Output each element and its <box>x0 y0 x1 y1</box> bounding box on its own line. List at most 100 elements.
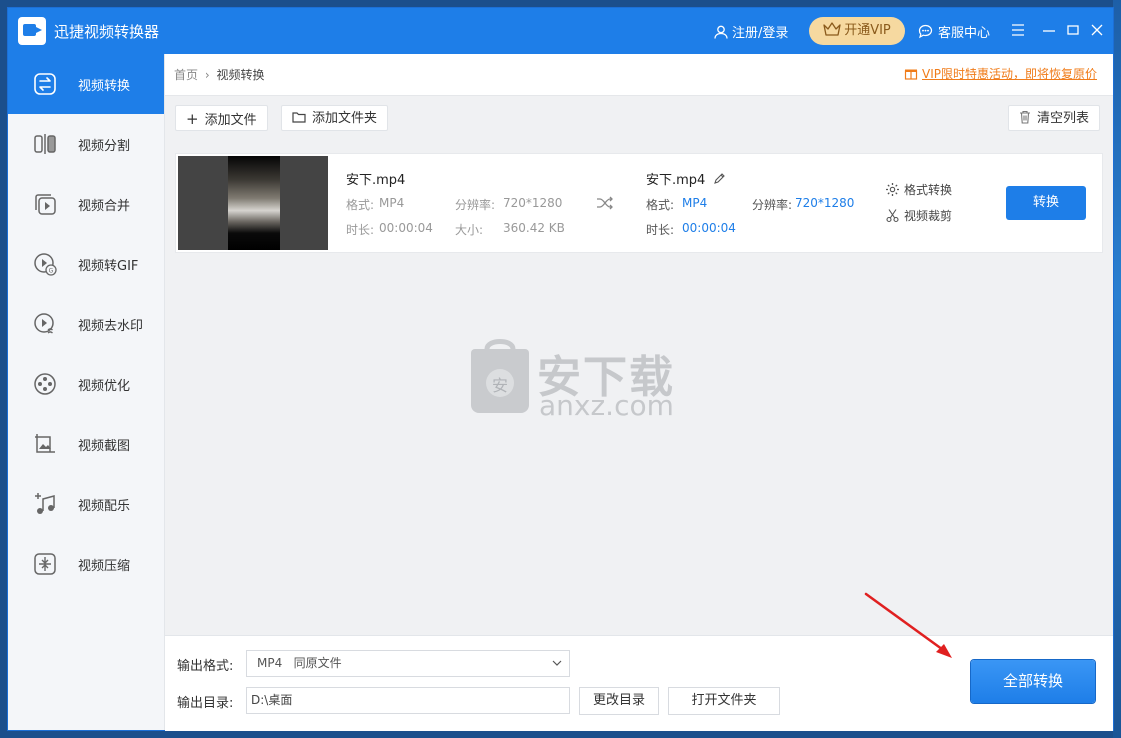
merge-icon <box>35 194 56 215</box>
duration-label: 时长: <box>346 223 375 237</box>
sidebar-item-label: 视频合并 <box>78 198 131 214</box>
title-bar: 迅捷视频转换器 注册/登录 开通VIP 客服中心 <box>8 8 1113 54</box>
video-crop-label: 视频裁剪 <box>904 209 953 223</box>
video-thumbnail[interactable] <box>178 156 328 250</box>
format-convert-label: 格式转换 <box>904 183 953 197</box>
output-format-select-value: MP4 同原文件 <box>257 656 342 670</box>
vip-button[interactable]: 开通VIP <box>809 17 905 45</box>
login-link[interactable]: 注册/登录 <box>714 22 788 41</box>
source-size: 360.42 KB <box>503 221 565 235</box>
maximize-icon[interactable] <box>1064 21 1082 39</box>
sidebar-item-label: 视频压缩 <box>78 558 131 574</box>
bottom-bar: 输出格式: MP4 同原文件 输出目录: D:\桌面 更改目录 打开文件夹 全部… <box>165 635 1113 731</box>
sidebar-item-label: 视频截图 <box>78 438 131 454</box>
crown-icon <box>823 22 841 36</box>
sidebar-item-optimize[interactable]: 视频优化 <box>8 354 164 414</box>
breadcrumb: 首页 › 视频转换 <box>174 66 265 83</box>
sidebar-item-label: 视频分割 <box>78 138 131 154</box>
scissors-icon <box>886 209 899 223</box>
promo-link[interactable]: VIP限时特惠活动，即将恢复原价 <box>904 65 1097 82</box>
open-folder-button[interactable]: 打开文件夹 <box>668 687 780 715</box>
video-crop-button[interactable]: 视频裁剪 <box>885 207 952 224</box>
promo-text: VIP限时特惠活动，即将恢复原价 <box>922 67 1097 81</box>
convert-button[interactable]: 转换 <box>1006 186 1086 220</box>
chat-icon <box>918 24 933 39</box>
service-center-link[interactable]: 客服中心 <box>918 22 990 41</box>
edit-pencil-icon[interactable] <box>713 173 726 185</box>
breadcrumb-home[interactable]: 首页 <box>174 68 198 82</box>
service-label: 客服中心 <box>938 26 991 41</box>
watermark-text-en: anxz.com <box>539 389 674 422</box>
source-format: MP4 <box>379 196 405 210</box>
output-dir-field[interactable]: D:\桌面 <box>246 687 570 714</box>
clear-list-button[interactable]: 清空列表 <box>1008 105 1101 131</box>
folder-icon <box>292 112 306 123</box>
sidebar: 视频转换 视频分割 视频合并 G 视频转GIF 视频去水印 视频优化 视频截图 … <box>8 54 165 730</box>
resolution-label: 分辨率: <box>455 198 496 212</box>
sidebar-item-label: 视频转换 <box>78 78 131 94</box>
output-format: MP4 <box>682 196 708 210</box>
sidebar-item-split[interactable]: 视频分割 <box>8 114 164 174</box>
main-panel: 首页 › 视频转换 VIP限时特惠活动，即将恢复原价 + 添加文件 添加文件夹 <box>165 54 1113 731</box>
app-title: 迅捷视频转换器 <box>54 23 160 41</box>
breadcrumb-separator: › <box>204 68 210 82</box>
source-file-name: 安下.mp4 <box>346 173 406 188</box>
app-window: 迅捷视频转换器 注册/登录 开通VIP 客服中心 视频转换 视频分割 视频合并 … <box>8 8 1113 731</box>
sidebar-item-watermark[interactable]: 视频去水印 <box>8 294 164 354</box>
output-name-text: 安下.mp4 <box>646 173 706 188</box>
sidebar-item-compress[interactable]: 视频压缩 <box>8 534 164 594</box>
change-dir-button[interactable]: 更改目录 <box>579 687 659 715</box>
source-resolution: 720*1280 <box>503 196 563 210</box>
trash-icon <box>1020 110 1030 124</box>
output-duration-label: 时长: <box>646 223 675 237</box>
watermark-badge: 安 <box>491 376 508 395</box>
convert-all-button[interactable]: 全部转换 <box>971 660 1095 703</box>
clear-list-label: 清空列表 <box>1037 111 1090 126</box>
convert-icon <box>34 73 56 95</box>
add-folder-label: 添加文件夹 <box>312 111 378 126</box>
app-logo-icon <box>18 17 46 45</box>
shuffle-icon <box>597 196 613 210</box>
add-folder-button[interactable]: 添加文件夹 <box>281 105 389 131</box>
gear-icon <box>886 183 899 196</box>
format-label: 格式: <box>346 198 375 212</box>
sidebar-item-label: 视频配乐 <box>78 498 131 514</box>
menu-icon[interactable] <box>1009 21 1027 39</box>
annotation-arrow-icon <box>864 592 952 658</box>
output-format-select[interactable]: MP4 同原文件 <box>246 650 570 677</box>
user-icon <box>714 25 728 39</box>
desktop-background <box>1113 0 1121 738</box>
vip-label: 开通VIP <box>844 23 891 38</box>
split-icon <box>34 134 56 154</box>
file-list-area: + 添加文件 添加文件夹 清空列表 安下.mp4 格式: MP4 分辨率: 72… <box>165 95 1113 636</box>
output-format-setting-label: 输出格式: <box>177 659 234 674</box>
size-label: 大小: <box>455 223 484 237</box>
screenshot-icon <box>35 434 55 453</box>
close-icon[interactable] <box>1088 21 1106 39</box>
plus-icon: + <box>186 110 199 128</box>
watermark-logo: 安 安下载 anxz.com <box>453 339 674 429</box>
minimize-icon[interactable] <box>1040 21 1058 39</box>
sidebar-item-gif[interactable]: G 视频转GIF <box>8 234 164 294</box>
sidebar-item-screenshot[interactable]: 视频截图 <box>8 414 164 474</box>
output-file-name[interactable]: 安下.mp4 <box>646 169 726 188</box>
login-label: 注册/登录 <box>732 26 789 41</box>
output-resolution: 720*1280 <box>795 196 855 210</box>
format-convert-button[interactable]: 格式转换 <box>885 181 952 198</box>
source-duration: 00:00:04 <box>379 221 433 235</box>
sidebar-item-label: 视频优化 <box>78 378 131 394</box>
gif-icon: G <box>34 253 57 276</box>
sidebar-item-label: 视频转GIF <box>78 258 139 274</box>
breadcrumb-current: 视频转换 <box>216 68 265 82</box>
sidebar-item-convert[interactable]: 视频转换 <box>8 54 164 114</box>
chevron-down-icon <box>552 660 562 666</box>
sidebar-item-music[interactable]: 视频配乐 <box>8 474 164 534</box>
sidebar-item-merge[interactable]: 视频合并 <box>8 174 164 234</box>
sidebar-item-label: 视频去水印 <box>78 318 144 334</box>
music-icon <box>35 493 55 514</box>
output-duration: 00:00:04 <box>682 221 736 235</box>
add-file-button[interactable]: + 添加文件 <box>175 105 268 131</box>
svg-text:G: G <box>49 268 54 275</box>
file-row: 安下.mp4 格式: MP4 分辨率: 720*1280 时长: 00:00:0… <box>175 153 1103 253</box>
output-format-label: 格式: <box>646 198 675 212</box>
